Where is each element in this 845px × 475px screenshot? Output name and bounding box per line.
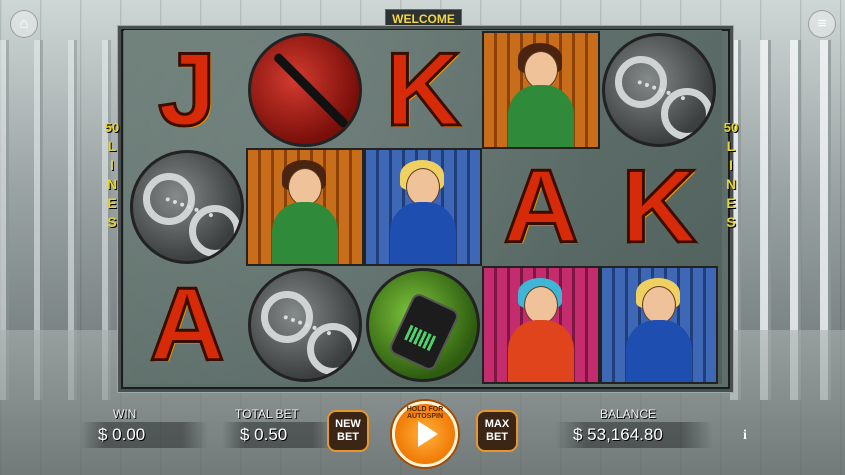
- symbol-k: K: [364, 31, 482, 148]
- lines-letter: L: [107, 138, 117, 154]
- symbol-baton: [246, 31, 364, 148]
- phone-icon: [366, 267, 480, 382]
- lines-letter: N: [106, 176, 118, 192]
- symbol-a: A: [128, 266, 246, 383]
- lines-letter: I: [110, 157, 114, 173]
- info-icon[interactable]: i: [743, 428, 757, 443]
- symbol-k: K: [600, 148, 718, 265]
- win-value: $ 0.00: [80, 422, 208, 448]
- handcuffs-icon: [130, 149, 244, 264]
- symbol-handcuffs: [246, 266, 364, 383]
- symbol-maid: [482, 30, 600, 149]
- lines-letter: S: [107, 214, 117, 230]
- lines-count: 50: [104, 120, 120, 135]
- balance-label: BALANCE: [600, 407, 657, 421]
- lines-indicator-left: 50 L I N E S: [103, 118, 121, 232]
- symbol-letter: K: [384, 31, 462, 148]
- symbol-maid: [246, 147, 364, 266]
- inmate-character-icon: [482, 265, 600, 384]
- total-bet-label: TOTAL BET: [235, 407, 299, 421]
- symbol-j: J: [128, 31, 246, 148]
- symbol-handcuffs: [128, 148, 246, 265]
- lines-letter: S: [726, 214, 736, 230]
- total-bet-value: $ 0.50: [222, 422, 335, 448]
- autospin-hint: HOLD FOR AUTOSPIN: [406, 406, 444, 420]
- handcuffs-icon: [248, 267, 362, 382]
- symbol-letter: A: [148, 266, 226, 383]
- lines-letter: E: [107, 195, 117, 211]
- lines-letter: N: [725, 176, 737, 192]
- lines-indicator-right: 50 L I N E S: [722, 118, 740, 232]
- lines-count: 50: [723, 120, 739, 135]
- symbol-letter: K: [620, 148, 698, 265]
- lines-letter: E: [726, 195, 736, 211]
- symbol-guard: [364, 147, 482, 266]
- handcuffs-icon: [602, 32, 716, 147]
- symbol-phone: [364, 266, 482, 383]
- symbol-letter: J: [157, 31, 218, 148]
- symbol-a: A: [482, 148, 600, 265]
- new-bet-button[interactable]: NEW BET: [327, 410, 369, 452]
- win-label: WIN: [113, 407, 137, 421]
- home-icon[interactable]: ⌂: [10, 10, 38, 38]
- play-icon: [418, 421, 438, 447]
- baton-icon: [248, 32, 362, 147]
- guard-character-icon: [364, 147, 482, 266]
- menu-icon[interactable]: ≡: [808, 10, 836, 38]
- maid-character-icon: [246, 147, 364, 266]
- symbol-inmate: [482, 265, 600, 384]
- maid-character-icon: [482, 30, 600, 149]
- lines-letter: L: [726, 138, 736, 154]
- spin-button[interactable]: HOLD FOR AUTOSPIN: [392, 401, 458, 467]
- max-bet-button[interactable]: MAX BET: [476, 410, 518, 452]
- guard-character-icon: [600, 265, 718, 384]
- symbol-handcuffs: [600, 31, 718, 148]
- lines-letter: I: [729, 157, 733, 173]
- balance-value: $ 53,164.80: [555, 422, 713, 448]
- symbol-guard: [600, 265, 718, 384]
- symbol-letter: A: [502, 148, 580, 265]
